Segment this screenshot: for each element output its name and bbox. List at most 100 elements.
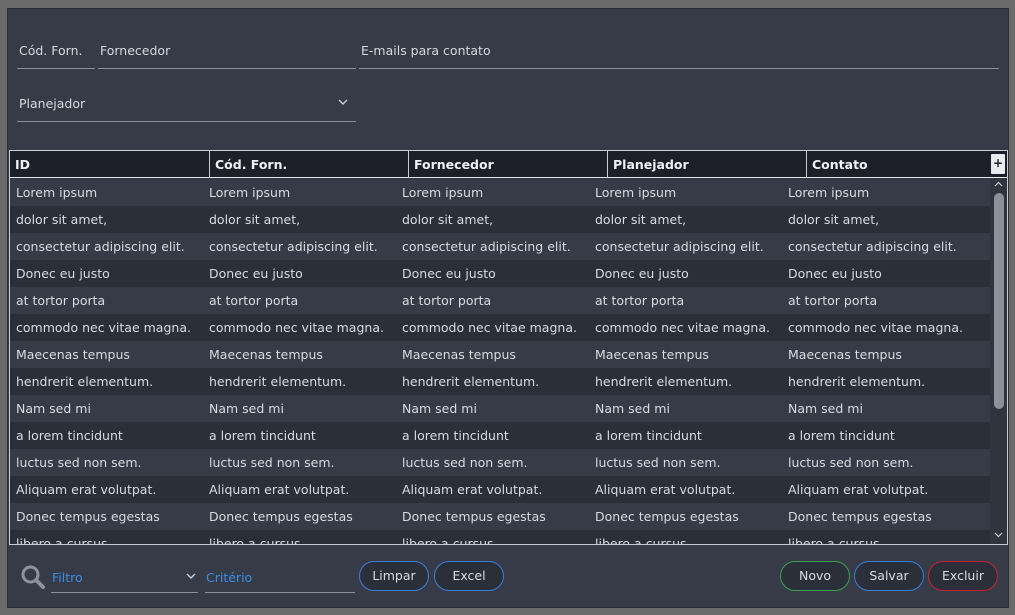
chevron-down-icon <box>186 570 196 583</box>
table-cell: hendrerit elementum. <box>595 374 733 389</box>
table-row[interactable]: a lorem tincidunt a lorem tincidunt a lore… <box>10 422 990 449</box>
table-row[interactable]: luctus sed non sem. luctus sed non sem. lu… <box>10 449 990 476</box>
chevron-down-icon[interactable] <box>991 530 1006 542</box>
table-cell: Aliquam erat volutpat. <box>402 482 543 497</box>
table-row[interactable]: Lorem ipsum Lorem ipsum Lorem ipsum Lorem i… <box>10 179 990 206</box>
table-cell: Maecenas tempus <box>595 347 709 362</box>
table-row[interactable]: Aliquam erat volutpat. Aliquam erat volut… <box>10 476 990 503</box>
table-cell: hendrerit elementum. <box>788 374 926 389</box>
table-cell: Nam sed mi <box>209 401 284 416</box>
table-cell: a lorem tincidunt <box>402 428 509 443</box>
fornecedor-underline <box>98 68 356 69</box>
excel-button[interactable]: Excel <box>434 561 504 591</box>
table-row[interactable]: libero a cursus. libero a cursus. libero a… <box>10 530 990 545</box>
add-column-button[interactable]: + <box>991 154 1005 174</box>
excluir-button[interactable]: Excluir <box>928 561 998 591</box>
footer-toolbar: Filtro Critério Limpar Excel Novo Salvar… <box>8 554 1008 604</box>
table-cell: luctus sed non sem. <box>788 455 914 470</box>
table-cell: Lorem ipsum <box>209 185 291 200</box>
table-cell: commodo nec vitae magna. <box>16 320 191 335</box>
filter-select[interactable]: Filtro <box>51 567 198 593</box>
criterio-placeholder: Critério <box>206 570 253 585</box>
table-cell: dolor sit amet, <box>788 212 880 227</box>
table-cell: dolor sit amet, <box>209 212 301 227</box>
table-cell: Aliquam erat volutpat. <box>595 482 736 497</box>
table-cell: Donec tempus egestas <box>788 509 932 524</box>
column-header-id[interactable]: ID <box>10 151 209 178</box>
emails-field[interactable]: E-mails para contato <box>359 43 999 69</box>
table-cell: libero a cursus. <box>402 536 498 545</box>
table-cell: Donec tempus egestas <box>16 509 160 524</box>
table-cell: luctus sed non sem. <box>402 455 528 470</box>
table-cell: hendrerit elementum. <box>209 374 347 389</box>
column-header-planejador[interactable]: Planejador <box>607 151 806 178</box>
table-cell: libero a cursus. <box>209 536 305 545</box>
scrollbar-thumb[interactable] <box>994 193 1004 409</box>
table-cell: Aliquam erat volutpat. <box>16 482 157 497</box>
column-header-cod-forn[interactable]: Cód. Forn. <box>209 151 408 178</box>
table-cell: consectetur adipiscing elit. <box>595 239 764 254</box>
table-cell: commodo nec vitae magna. <box>788 320 963 335</box>
table-cell: Donec tempus egestas <box>402 509 546 524</box>
vertical-scrollbar[interactable] <box>991 179 1006 544</box>
planejador-select[interactable]: Planejador <box>17 96 356 122</box>
table-row[interactable]: Maecenas tempus Maecenas tempus Maecenas t… <box>10 341 990 368</box>
table-row[interactable]: Donec eu justo Donec eu justo Donec eu jus… <box>10 260 990 287</box>
table-cell: Nam sed mi <box>788 401 863 416</box>
table-row[interactable]: hendrerit elementum. hendrerit elementum.… <box>10 368 990 395</box>
table-row[interactable]: commodo nec vitae magna. commodo nec vita… <box>10 314 990 341</box>
cod-forn-field[interactable]: Cód. Forn. <box>17 43 95 69</box>
chevron-up-icon[interactable] <box>991 179 1006 191</box>
search-icon[interactable] <box>20 564 46 590</box>
supplier-form-window: Cód. Forn. Fornecedor E-mails para conta… <box>7 8 1009 608</box>
table-cell: a lorem tincidunt <box>595 428 702 443</box>
column-header-fornecedor[interactable]: Fornecedor <box>408 151 607 178</box>
planejador-label: Planejador <box>19 96 86 111</box>
table-row[interactable]: Donec tempus egestas Donec tempus egestas… <box>10 503 990 530</box>
table-cell: Donec tempus egestas <box>209 509 353 524</box>
table-cell: consectetur adipiscing elit. <box>788 239 957 254</box>
table-row[interactable]: at tortor porta at tortor porta at tortor … <box>10 287 990 314</box>
table-cell: Lorem ipsum <box>16 185 98 200</box>
limpar-button[interactable]: Limpar <box>359 561 429 591</box>
novo-button[interactable]: Novo <box>780 561 850 591</box>
table-cell: a lorem tincidunt <box>16 428 123 443</box>
table-cell: Aliquam erat volutpat. <box>788 482 929 497</box>
table-cell: consectetur adipiscing elit. <box>402 239 571 254</box>
table-header: ID Cód. Forn. Fornecedor Planejador Cont… <box>10 151 1007 178</box>
table-row[interactable]: dolor sit amet, dolor sit amet, dolor sit … <box>10 206 990 233</box>
table-cell: consectetur adipiscing elit. <box>16 239 185 254</box>
table-cell: libero a cursus. <box>788 536 884 545</box>
table-cell: at tortor porta <box>16 293 106 308</box>
table-cell: a lorem tincidunt <box>209 428 316 443</box>
emails-label: E-mails para contato <box>361 43 491 58</box>
table-row[interactable]: Nam sed mi Nam sed mi Nam sed mi Nam sed mi… <box>10 395 990 422</box>
fornecedor-field[interactable]: Fornecedor <box>98 43 356 69</box>
column-header-contato[interactable]: Contato <box>806 151 990 178</box>
chevron-down-icon <box>338 96 348 109</box>
filter-placeholder: Filtro <box>52 570 83 585</box>
table-cell: at tortor porta <box>402 293 492 308</box>
criterio-input[interactable]: Critério <box>205 567 355 593</box>
cod-forn-label: Cód. Forn. <box>19 43 83 58</box>
table-cell: Donec eu justo <box>209 266 303 281</box>
table-cell: dolor sit amet, <box>595 212 687 227</box>
salvar-button[interactable]: Salvar <box>854 561 924 591</box>
table-cell: commodo nec vitae magna. <box>402 320 577 335</box>
table-cell: Maecenas tempus <box>16 347 130 362</box>
table-cell: a lorem tincidunt <box>788 428 895 443</box>
table-row[interactable]: consectetur adipiscing elit. consectetur … <box>10 233 990 260</box>
table-cell: Donec eu justo <box>402 266 496 281</box>
table-cell: Nam sed mi <box>16 401 91 416</box>
table-cell: hendrerit elementum. <box>16 374 154 389</box>
table-cell: Nam sed mi <box>402 401 477 416</box>
table-cell: Maecenas tempus <box>209 347 323 362</box>
emails-underline <box>359 68 999 69</box>
table-cell: Maecenas tempus <box>402 347 516 362</box>
table-cell: luctus sed non sem. <box>16 455 142 470</box>
table-cell: Lorem ipsum <box>788 185 870 200</box>
table-cell: commodo nec vitae magna. <box>209 320 384 335</box>
planejador-underline <box>17 121 356 122</box>
table-cell: Aliquam erat volutpat. <box>209 482 350 497</box>
table-cell: dolor sit amet, <box>402 212 494 227</box>
